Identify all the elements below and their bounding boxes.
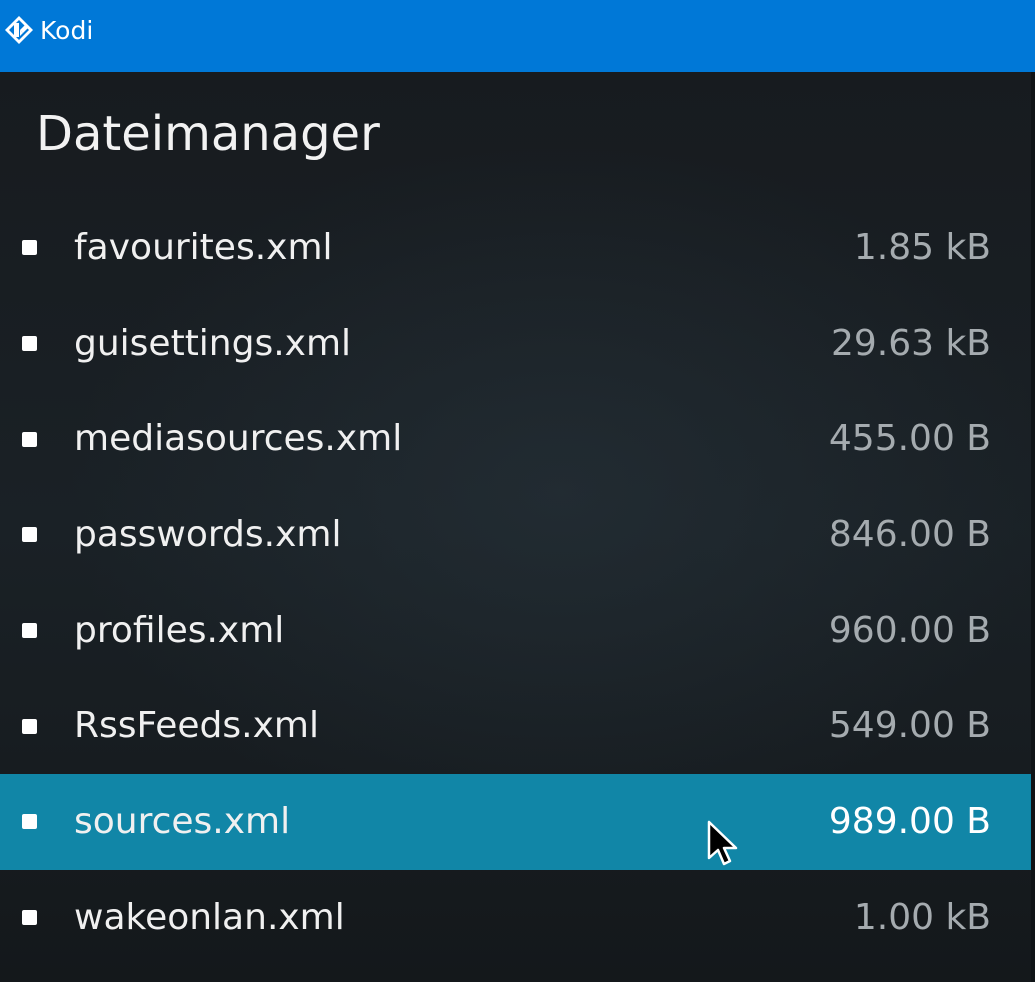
file-row-guisettings[interactable]: guisettings.xml 29.63 kB <box>0 296 1031 392</box>
file-row-favourites[interactable]: favourites.xml 1.85 kB <box>0 200 1031 296</box>
bullet-icon <box>22 336 37 352</box>
file-size: 989.00 B <box>828 800 991 842</box>
file-size: 1.85 kB <box>853 226 991 268</box>
bullet-icon <box>22 527 37 543</box>
file-row-wakeonlan[interactable]: wakeonlan.xml 1.00 kB <box>0 870 1031 966</box>
bullet-icon <box>22 814 37 830</box>
file-name: mediasources.xml <box>74 418 403 460</box>
window-title: Kodi <box>40 16 94 45</box>
file-name: wakeonlan.xml <box>74 896 345 938</box>
bullet-icon <box>22 910 37 926</box>
file-size: 1.00 kB <box>853 896 991 938</box>
bullet-icon <box>22 718 37 734</box>
file-size: 455.00 B <box>828 418 991 460</box>
file-name: passwords.xml <box>74 513 342 555</box>
file-name: sources.xml <box>74 800 291 842</box>
file-row-rssfeeds[interactable]: RssFeeds.xml 549.00 B <box>0 678 1031 774</box>
file-row-sources[interactable]: sources.xml 989.00 B <box>0 774 1031 870</box>
file-name: favourites.xml <box>74 226 333 268</box>
file-manager-panel: Dateimanager favourites.xml 1.85 kB guis… <box>0 72 1035 982</box>
bullet-icon <box>22 431 37 447</box>
file-size: 29.63 kB <box>830 322 991 364</box>
title-bar: Kodi <box>0 0 1035 72</box>
page-title: Dateimanager <box>36 106 380 162</box>
kodi-logo-icon <box>5 16 33 44</box>
file-size: 549.00 B <box>828 705 991 747</box>
scrollbar-track[interactable] <box>1031 72 1035 982</box>
file-size: 846.00 B <box>828 513 991 555</box>
bullet-icon <box>22 623 37 639</box>
file-row-profiles[interactable]: profiles.xml 960.00 B <box>0 583 1031 679</box>
file-size: 960.00 B <box>828 609 991 651</box>
bullet-icon <box>22 240 37 256</box>
file-name: profiles.xml <box>74 609 285 651</box>
file-name: guisettings.xml <box>74 322 352 364</box>
file-row-passwords[interactable]: passwords.xml 846.00 B <box>0 487 1031 583</box>
file-row-mediasources[interactable]: mediasources.xml 455.00 B <box>0 391 1031 487</box>
file-list: favourites.xml 1.85 kB guisettings.xml 2… <box>0 200 1031 966</box>
file-name: RssFeeds.xml <box>74 705 319 747</box>
